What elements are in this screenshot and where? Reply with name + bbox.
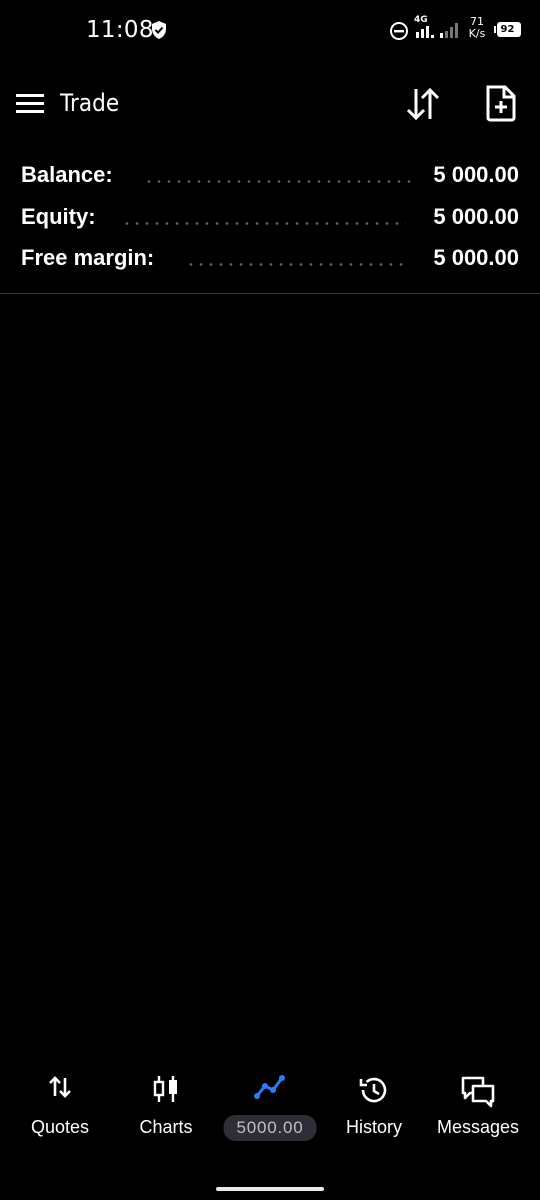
- divider: [0, 293, 540, 294]
- bottom-navigation: Quotes Charts 5000.00 History Messages: [0, 1062, 540, 1172]
- sort-arrows-icon: [406, 87, 440, 121]
- equity-label: Equity:: [21, 203, 96, 229]
- messages-chat-icon: [461, 1076, 495, 1108]
- balance-value: 5 000.00: [433, 162, 519, 187]
- nav-label-history: History: [345, 1117, 402, 1137]
- history-clock-icon: [359, 1077, 387, 1103]
- status-bar: 11:08 4G 71 K/s 92: [0, 0, 540, 64]
- dot-leader: [122, 221, 406, 225]
- nav-label-messages: Messages: [436, 1117, 520, 1137]
- free-margin-label: Free margin:: [21, 245, 155, 270]
- candlestick-chart-icon: [153, 1076, 177, 1102]
- hamburger-menu-icon: [16, 94, 44, 113]
- summary-row-free-margin: Free margin: 5 000.00: [0, 240, 540, 282]
- signal-strength-2-icon: [440, 23, 458, 38]
- account-summary: Balance: 5 000.00 Equity: 5 000.00 Free …: [0, 157, 540, 282]
- status-time: 11:08: [86, 17, 154, 43]
- network-speed: 71 K/s: [465, 16, 489, 40]
- nav-label-quotes: Quotes: [30, 1117, 90, 1137]
- nav-label-charts: Charts: [139, 1117, 193, 1137]
- nav-item-quotes[interactable]: Quotes: [14, 1062, 106, 1158]
- balance-pill: 5000.00: [223, 1115, 317, 1141]
- new-document-icon: [486, 85, 516, 122]
- app-bar: Trade: [0, 70, 540, 136]
- quotes-arrows-icon: [49, 1076, 71, 1098]
- dot-leader: [186, 263, 406, 266]
- new-order-button[interactable]: [484, 84, 518, 122]
- balance-label: Balance:: [21, 162, 113, 187]
- trade-line-icon: [254, 1075, 285, 1099]
- free-margin-value: 5 000.00: [433, 245, 519, 270]
- nav-item-charts[interactable]: Charts: [120, 1062, 212, 1158]
- signal-strength-icon: [416, 26, 434, 38]
- equity-value: 5 000.00: [433, 203, 519, 229]
- do-not-disturb-icon: [390, 22, 408, 40]
- network-speed-unit: K/s: [468, 27, 486, 40]
- sort-button[interactable]: [404, 86, 442, 122]
- nav-item-trade[interactable]: 5000.00: [222, 1062, 318, 1158]
- shield-icon: [152, 21, 166, 39]
- home-indicator[interactable]: [216, 1187, 324, 1191]
- network-type: 4G: [414, 15, 428, 25]
- menu-button[interactable]: [16, 92, 46, 116]
- page-title: Trade: [60, 89, 120, 117]
- summary-row-equity: Equity: 5 000.00: [0, 199, 540, 241]
- nav-item-messages[interactable]: Messages: [430, 1062, 526, 1158]
- summary-row-balance: Balance: 5 000.00: [0, 157, 540, 199]
- battery-level: 92: [500, 24, 515, 35]
- dot-leader: [144, 180, 412, 183]
- nav-item-history[interactable]: History: [328, 1062, 420, 1158]
